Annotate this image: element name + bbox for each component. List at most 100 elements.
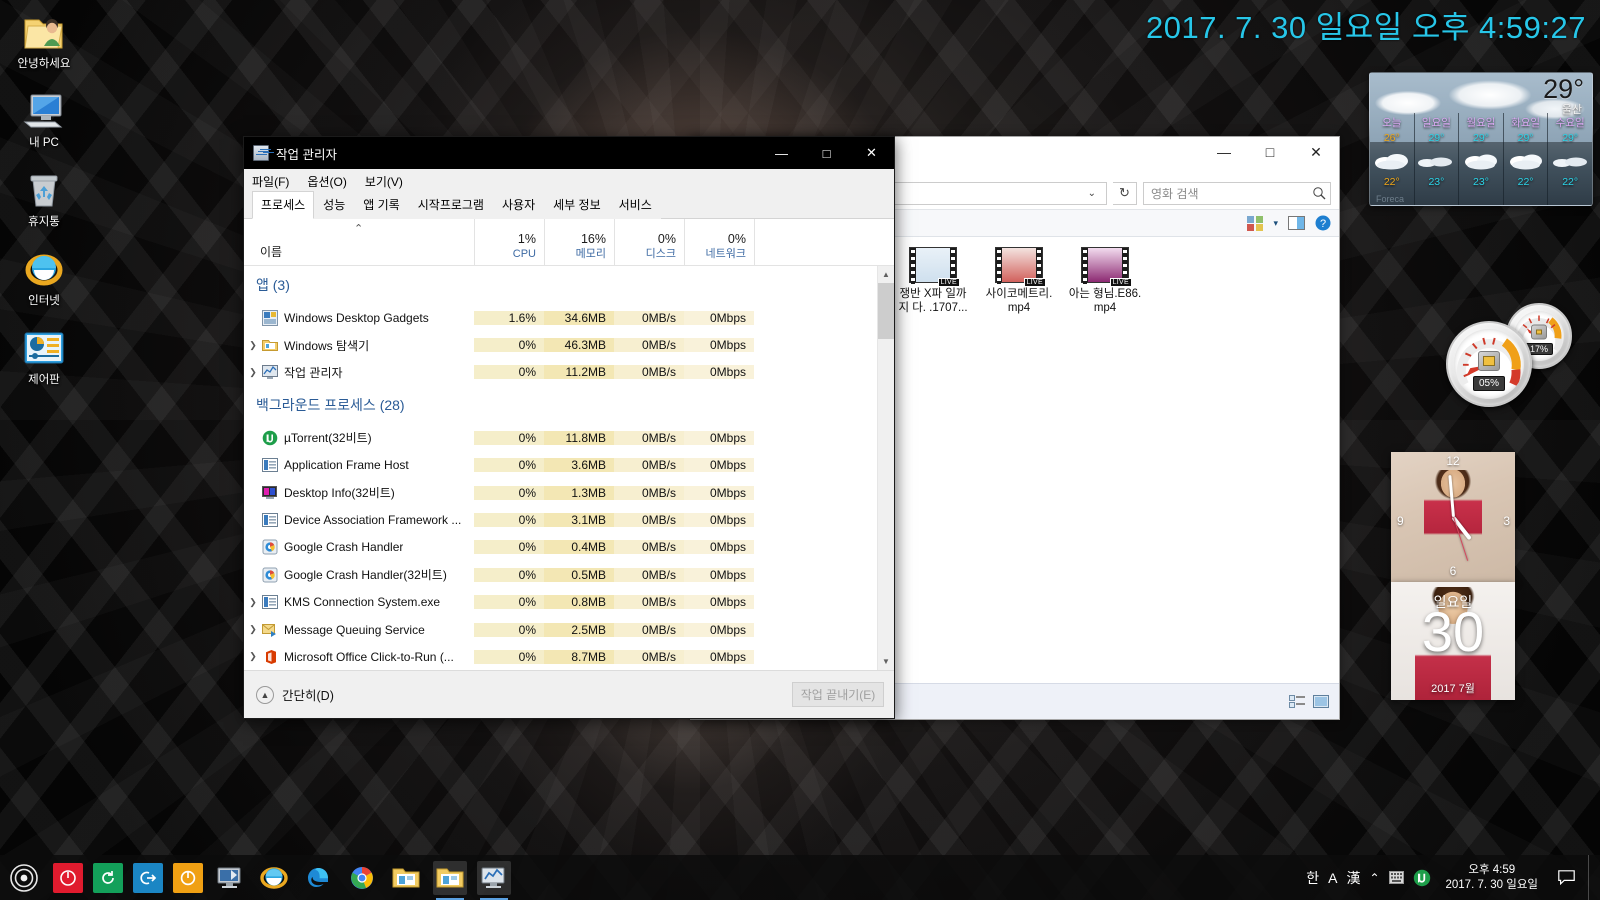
utorrent-tray-icon[interactable]	[1413, 869, 1431, 887]
weather-day[interactable]: 수요일 29° 22°	[1548, 113, 1592, 205]
table-row[interactable]: Google Crash Handler(32비트) 0% 0.5MB 0MB/…	[244, 561, 894, 588]
scrollbar-thumb[interactable]	[878, 283, 894, 339]
calendar-gadget[interactable]: 일요일 30 2017 7월	[1391, 582, 1515, 700]
weather-gadget[interactable]: 29° 울산 오늘 26° 22° 일요일 29° 23° 월요일 29° 23…	[1369, 72, 1593, 206]
expand-chevron-icon[interactable]: ❯	[246, 367, 260, 378]
table-row[interactable]: ❯ Windows 탐색기 0% 46.3MB 0MB/s 0Mbps	[244, 331, 894, 358]
sleep-orange-icon[interactable]	[173, 862, 203, 893]
minimize-button[interactable]: —	[759, 137, 804, 169]
cpu-gauge[interactable]: 05%	[1446, 321, 1532, 407]
show-desktop-button[interactable]	[1588, 855, 1596, 900]
preview-pane-icon[interactable]	[1288, 216, 1305, 230]
menu-bar[interactable]: 파일(F) 옵션(O) 보기(V)	[244, 169, 894, 193]
table-row[interactable]: ❯ KMS Connection System.exe 0% 0.8MB 0MB…	[244, 589, 894, 616]
file-explorer-icon[interactable]	[433, 860, 467, 900]
expand-chevron-icon[interactable]: ❯	[246, 651, 260, 662]
expand-chevron-icon[interactable]: ❯	[246, 340, 260, 351]
menu-item-file[interactable]: 파일(F)	[252, 173, 289, 190]
task-manager-icon[interactable]	[477, 860, 511, 900]
explorer-close-button[interactable]: ✕	[1293, 137, 1339, 167]
logoff-blue-icon[interactable]	[133, 862, 163, 893]
desktop-icon-recyclebin[interactable]: 휴지통	[6, 166, 82, 229]
weather-day[interactable]: 오늘 26° 22°	[1370, 113, 1415, 205]
menu-item-options[interactable]: 옵션(O)	[307, 173, 346, 190]
chrome-icon[interactable]	[345, 861, 379, 895]
column-header-cpu[interactable]: 1% CPU	[474, 219, 544, 265]
desktop-icon-mypc[interactable]: 내 PC	[6, 87, 82, 150]
desktop-icon-controlpanel[interactable]: 제어판	[6, 324, 82, 387]
file-explorer-icon[interactable]	[389, 861, 423, 895]
ime-hanja-label[interactable]: 漢	[1346, 868, 1360, 888]
file-item[interactable]: LIVE 아는 형님.E86.mp4	[1067, 247, 1143, 315]
chevron-down-icon[interactable]: ▾	[1273, 218, 1278, 229]
scroll-down-icon[interactable]: ▼	[878, 653, 894, 670]
analog-clock-gadget[interactable]: 12 3 6 9	[1391, 452, 1515, 582]
tab-processes[interactable]: 프로세스	[252, 191, 315, 219]
table-row[interactable]: ❯ Message Queuing Service 0% 2.5MB 0MB/s…	[244, 616, 894, 643]
explorer-minimize-button[interactable]: —	[1201, 137, 1247, 167]
desktop-icon-hello[interactable]: 안녕하세요	[6, 8, 82, 71]
column-header-memory[interactable]: 16% 메모리	[544, 219, 614, 265]
table-row[interactable]: Desktop Info(32비트) 0% 1.3MB 0MB/s 0Mbps	[244, 479, 894, 506]
view-layout-icon[interactable]	[1247, 215, 1264, 231]
column-header-network[interactable]: 0% 네트워크	[684, 219, 754, 265]
file-item[interactable]: LIVE 사이코메트리.mp4	[981, 247, 1057, 315]
menu-item-view[interactable]: 보기(V)	[365, 173, 403, 190]
ime-korean-label[interactable]: 한	[1306, 868, 1319, 888]
ime-indicator[interactable]: 한 A 漢	[1306, 868, 1360, 888]
start-orb-icon[interactable]	[0, 855, 48, 900]
shutdown-red-icon[interactable]	[53, 862, 83, 893]
help-icon[interactable]: ?	[1315, 215, 1331, 231]
close-button[interactable]: ✕	[849, 137, 894, 169]
explorer-maximize-button[interactable]: □	[1247, 137, 1293, 167]
desktop-icon-internet[interactable]: 인터넷	[6, 245, 82, 308]
tab-services[interactable]: 서비스	[609, 191, 661, 219]
task-manager-title-bar[interactable]: 작업 관리자 — □ ✕	[244, 137, 894, 169]
tray-overflow-chevron-icon[interactable]: ⌃	[1369, 871, 1379, 885]
ime-alpha-label[interactable]: A	[1328, 870, 1337, 886]
table-row[interactable]: Windows Desktop Gadgets 1.6% 34.6MB 0MB/…	[244, 304, 894, 331]
desktop-monitor-icon[interactable]	[213, 861, 247, 895]
process-list-scrollbar[interactable]: ▲ ▼	[877, 266, 894, 670]
process-list[interactable]: 앱 (3) Windows Desktop Gadgets 1.6% 34.6M…	[244, 266, 894, 670]
task-manager-window[interactable]: 작업 관리자 — □ ✕ 파일(F) 옵션(O) 보기(V) 프로세스 성능 앱…	[243, 136, 895, 719]
weather-day[interactable]: 화요일 29° 22°	[1504, 113, 1549, 205]
end-task-button[interactable]: 작업 끝내기(E)	[792, 682, 884, 707]
taskbar[interactable]: 한 A 漢 ⌃ 오후 4:59 2017. 7. 30 일요일	[0, 855, 1600, 900]
edge-icon[interactable]	[301, 861, 335, 895]
table-row[interactable]: ❯ 작업 관리자 0% 11.2MB 0MB/s 0Mbps	[244, 359, 894, 386]
maximize-button[interactable]: □	[804, 137, 849, 169]
tab-details[interactable]: 세부 정보	[544, 191, 610, 219]
internet-explorer-icon[interactable]	[257, 861, 291, 895]
process-group-row[interactable]: 앱 (3)	[244, 266, 894, 304]
table-row[interactable]: ❯ Microsoft Office Click-to-Run (... 0% …	[244, 643, 894, 670]
expand-chevron-icon[interactable]: ❯	[246, 597, 260, 608]
table-row[interactable]: µTorrent(32비트) 0% 11.8MB 0MB/s 0Mbps	[244, 424, 894, 451]
notification-icon[interactable]	[1553, 855, 1579, 900]
tab-users[interactable]: 사용자	[492, 191, 545, 219]
table-row[interactable]: Device Association Framework ... 0% 3.1M…	[244, 506, 894, 533]
tab-app-history[interactable]: 앱 기록	[354, 191, 409, 219]
column-header-disk[interactable]: 0% 디스크	[614, 219, 684, 265]
system-monitor-gadget[interactable]: 17% 05%	[1444, 303, 1594, 407]
tab-startup[interactable]: 시작프로그램	[408, 191, 493, 219]
large-icons-view-icon[interactable]	[1313, 695, 1329, 708]
restart-green-icon[interactable]	[93, 862, 123, 893]
fewer-details-button[interactable]: ▲ 간단히(D)	[256, 685, 334, 704]
details-view-icon[interactable]	[1289, 695, 1305, 708]
table-row[interactable]: Application Frame Host 0% 3.6MB 0MB/s 0M…	[244, 452, 894, 479]
column-header-name[interactable]: ⌃ 이름	[244, 219, 474, 265]
explorer-file-grid[interactable]: LIVE 쟁반 X파 일까지 다. .1707... LIVE 사이코메트리.m…	[887, 237, 1339, 683]
process-group-row[interactable]: 백그라운드 프로세스 (28)	[244, 386, 894, 424]
expand-chevron-icon[interactable]: ❯	[246, 624, 260, 635]
weather-day[interactable]: 월요일 29° 23°	[1459, 113, 1504, 205]
taskbar-clock[interactable]: 오후 4:59 2017. 7. 30 일요일	[1440, 863, 1545, 893]
chevron-down-icon[interactable]: ⌄	[1082, 188, 1102, 199]
tab-performance[interactable]: 성능	[314, 191, 355, 219]
scroll-up-icon[interactable]: ▲	[878, 266, 894, 283]
file-item[interactable]: LIVE 쟁반 X파 일까지 다. .1707...	[895, 247, 971, 315]
table-row[interactable]: Google Crash Handler 0% 0.4MB 0MB/s 0Mbp…	[244, 534, 894, 561]
tab-bar[interactable]: 프로세스 성능 앱 기록 시작프로그램 사용자 세부 정보 서비스	[244, 191, 894, 219]
explorer-search-input[interactable]: 영화 검색	[1143, 181, 1331, 205]
system-tray[interactable]: 한 A 漢 ⌃ 오후 4:59 2017. 7. 30 일요일	[1306, 855, 1600, 900]
